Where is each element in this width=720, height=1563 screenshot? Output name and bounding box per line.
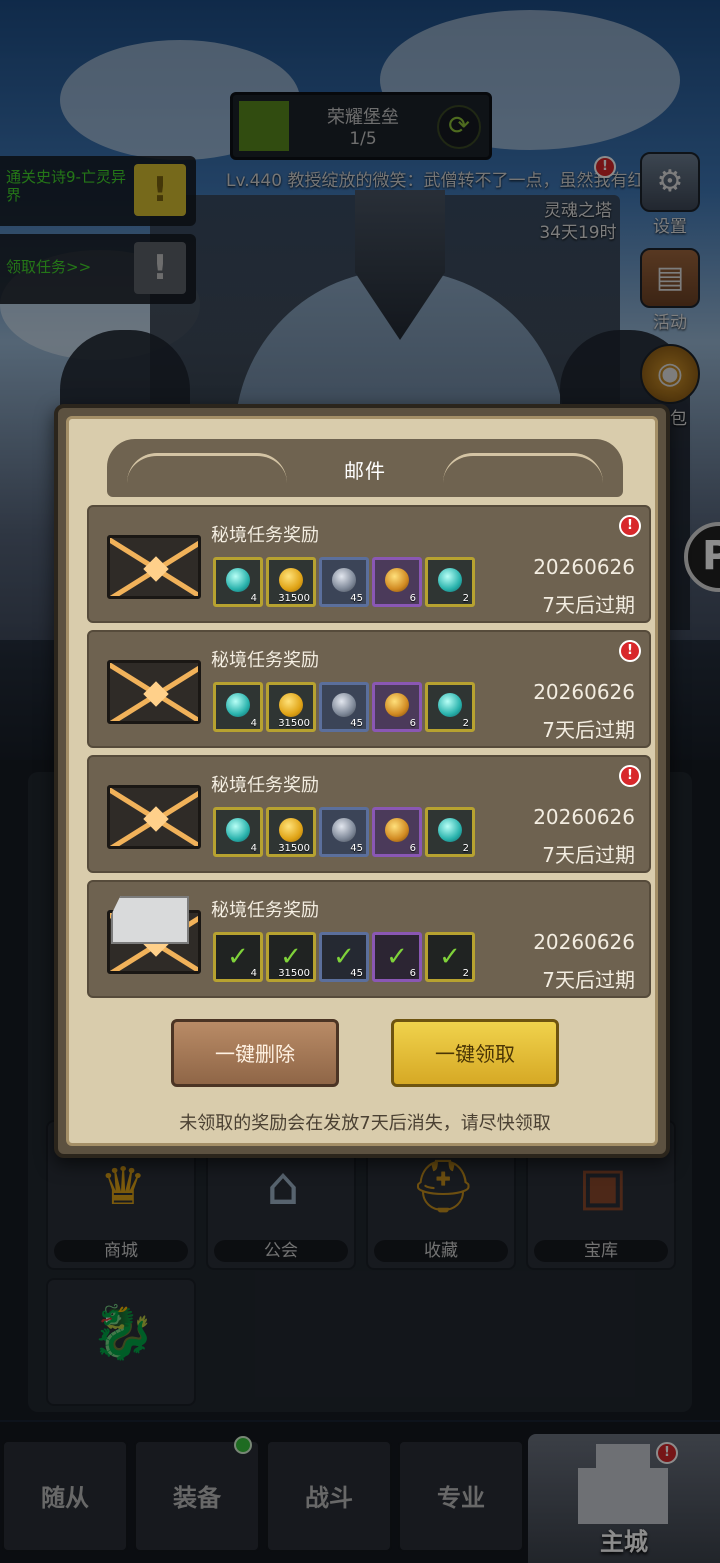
item-quantity: 31500 (278, 968, 310, 979)
reward-item[interactable]: ✓ 4 (213, 932, 263, 982)
reward-item[interactable]: 6 (372, 807, 422, 857)
mail-date: 20260626 (533, 680, 635, 704)
item-quantity: 6 (409, 968, 416, 979)
letter-paper-icon (111, 896, 189, 944)
helmet-icon (332, 693, 356, 717)
cyan-gem-icon (226, 693, 250, 717)
cyan-gem-icon (438, 693, 462, 717)
reward-item[interactable]: ✓ 2 (425, 932, 475, 982)
item-quantity: 4 (250, 843, 257, 854)
envelope-icon (107, 785, 201, 849)
item-quantity: 6 (409, 718, 416, 729)
item-quantity: 4 (250, 718, 257, 729)
gold-coin-icon (279, 693, 303, 717)
helmet-icon (332, 568, 356, 592)
mail-date: 20260626 (533, 555, 635, 579)
item-quantity: 6 (409, 593, 416, 604)
reward-item[interactable]: 45 (319, 682, 369, 732)
mail-subject: 秘境任务奖励 (211, 900, 319, 921)
item-quantity: 31500 (278, 718, 310, 729)
unread-alert-icon: ! (619, 640, 641, 662)
mail-expiry: 7天后过期 (542, 718, 635, 742)
cyan-gem-icon (226, 568, 250, 592)
mail-subject: 秘境任务奖励 (211, 525, 319, 546)
mail-expiry: 7天后过期 (542, 593, 635, 617)
item-quantity: 6 (409, 843, 416, 854)
item-quantity: 45 (350, 968, 363, 979)
reward-item[interactable]: 2 (425, 807, 475, 857)
item-quantity: 45 (350, 593, 363, 604)
delete-all-button[interactable]: 一键删除 (171, 1019, 339, 1087)
item-quantity: 45 (350, 843, 363, 854)
reward-item[interactable]: 2 (425, 557, 475, 607)
cyan-gem-icon (438, 818, 462, 842)
reward-item[interactable]: 31500 (266, 557, 316, 607)
reward-item[interactable]: 45 (319, 807, 369, 857)
mail-dialog-body: 邮件 秘境任务奖励 4 31500 45 6 2 20260626 7天后过期! 秘境任务奖励 4… (66, 416, 658, 1146)
reward-item[interactable]: 4 (213, 682, 263, 732)
mail-date: 20260626 (533, 930, 635, 954)
mail-dialog-title: 邮件 (344, 459, 386, 483)
cyan-gem-icon (226, 818, 250, 842)
reward-item[interactable]: 31500 (266, 807, 316, 857)
helmet-icon (332, 818, 356, 842)
unread-alert-icon: ! (619, 515, 641, 537)
item-quantity: 31500 (278, 593, 310, 604)
feather-icon (385, 818, 409, 842)
mail-date: 20260626 (533, 805, 635, 829)
reward-item[interactable]: ✓ 6 (372, 932, 422, 982)
reward-item[interactable]: ✓ 45 (319, 932, 369, 982)
unread-alert-icon: ! (619, 765, 641, 787)
envelope-icon (107, 535, 201, 599)
envelope-icon (107, 660, 201, 724)
mail-expiry: 7天后过期 (542, 968, 635, 992)
gold-coin-icon (279, 568, 303, 592)
mail-row[interactable]: 秘境任务奖励 4 31500 45 6 2 20260626 7天后过期! (87, 630, 651, 748)
mail-dialog: 邮件 秘境任务奖励 4 31500 45 6 2 20260626 7天后过期! 秘境任务奖励 4… (54, 404, 670, 1158)
item-quantity: 2 (462, 968, 469, 979)
item-quantity: 45 (350, 718, 363, 729)
mail-row[interactable]: 秘境任务奖励 4 31500 45 6 2 20260626 7天后过期! (87, 755, 651, 873)
reward-item[interactable]: 2 (425, 682, 475, 732)
reward-item[interactable]: 4 (213, 807, 263, 857)
reward-item[interactable]: 6 (372, 557, 422, 607)
reward-item[interactable]: 31500 (266, 682, 316, 732)
item-quantity: 2 (462, 593, 469, 604)
reward-item[interactable]: 45 (319, 557, 369, 607)
item-quantity: 31500 (278, 843, 310, 854)
mail-subject: 秘境任务奖励 (211, 650, 319, 671)
claim-all-button[interactable]: 一键领取 (391, 1019, 559, 1087)
mail-expiry: 7天后过期 (542, 843, 635, 867)
item-quantity: 2 (462, 718, 469, 729)
feather-icon (385, 568, 409, 592)
mail-subject: 秘境任务奖励 (211, 775, 319, 796)
item-quantity: 4 (250, 968, 257, 979)
item-quantity: 4 (250, 593, 257, 604)
mail-row[interactable]: 秘境任务奖励 ✓ 4 ✓ 31500 ✓ 45 ✓ 6 ✓ 2 20260626 7天后过期 (87, 880, 651, 998)
expiry-notice: 未领取的奖励会在发放7天后消失，请尽快领取 (179, 1113, 551, 1134)
mail-row[interactable]: 秘境任务奖励 4 31500 45 6 2 20260626 7天后过期! (87, 505, 651, 623)
reward-item[interactable]: ✓ 31500 (266, 932, 316, 982)
gold-coin-icon (279, 818, 303, 842)
feather-icon (385, 693, 409, 717)
reward-item[interactable]: 4 (213, 557, 263, 607)
item-quantity: 2 (462, 843, 469, 854)
mail-dialog-header: 邮件 (107, 439, 623, 497)
reward-item[interactable]: 6 (372, 682, 422, 732)
cyan-gem-icon (438, 568, 462, 592)
